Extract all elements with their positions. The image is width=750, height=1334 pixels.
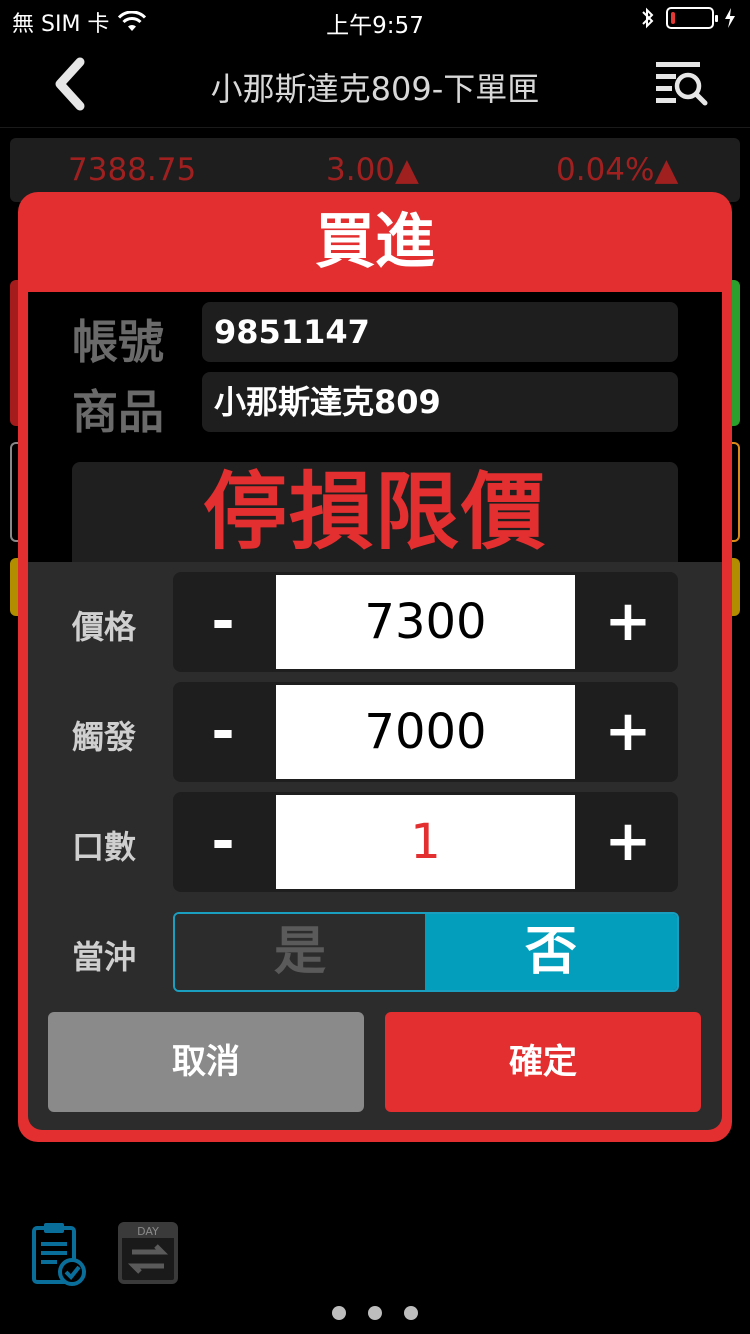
confirm-button[interactable]: 確定 bbox=[385, 1012, 701, 1112]
trigger-input[interactable]: 7000 bbox=[276, 685, 575, 779]
lots-label: 口數 bbox=[72, 828, 137, 866]
page-dot[interactable] bbox=[404, 1306, 418, 1320]
page-title: 小那斯達克809-下單匣 bbox=[210, 70, 540, 108]
battery-level bbox=[671, 12, 675, 24]
account-label: 帳號 bbox=[72, 315, 164, 369]
order-type-selector[interactable]: 停損限價 bbox=[72, 462, 678, 562]
page-dot[interactable] bbox=[368, 1306, 382, 1320]
dialog-title: 買進 bbox=[315, 207, 435, 277]
product-label: 商品 bbox=[72, 385, 164, 439]
clipboard-check-icon[interactable] bbox=[28, 1220, 88, 1288]
quote-change-percent: 0.04%▲ bbox=[556, 152, 679, 188]
price-label: 價格 bbox=[72, 608, 137, 646]
page-dot[interactable] bbox=[332, 1306, 346, 1320]
dialog-info-section: 帳號 9851147 商品 小那斯達克809 停損限價 bbox=[28, 292, 722, 562]
list-search-icon[interactable] bbox=[654, 58, 710, 108]
status-bar: 無 SIM 卡 上午9:57 bbox=[0, 0, 750, 40]
day-trade-calendar-icon[interactable]: DAY bbox=[118, 1220, 178, 1288]
status-right bbox=[640, 6, 736, 30]
trigger-stepper: - 7000 + bbox=[173, 682, 678, 782]
price-input[interactable]: 7300 bbox=[276, 575, 575, 669]
day-trade-no-option[interactable]: 否 bbox=[425, 914, 677, 990]
bluetooth-icon bbox=[642, 7, 654, 29]
price-stepper: - 7300 + bbox=[173, 572, 678, 672]
day-trade-yes-option[interactable]: 是 bbox=[175, 914, 425, 990]
quote-change: 3.00▲ bbox=[326, 152, 419, 188]
trigger-label: 觸發 bbox=[72, 718, 137, 756]
nav-bar: 小那斯達克809-下單匣 bbox=[0, 40, 750, 128]
page-indicator[interactable] bbox=[0, 1306, 750, 1320]
quote-price: 7388.75 bbox=[68, 152, 197, 188]
price-minus-button[interactable]: - bbox=[173, 572, 273, 672]
dialog-body: 帳號 9851147 商品 小那斯達克809 停損限價 價格 - 7300 + … bbox=[28, 292, 722, 1130]
account-field[interactable]: 9851147 bbox=[202, 302, 678, 362]
screen: 無 SIM 卡 上午9:57 小那斯達克809-下單匣 7388.75 3.00… bbox=[0, 0, 750, 1334]
day-trade-toggle: 是 否 bbox=[173, 912, 679, 992]
lots-plus-button[interactable]: + bbox=[578, 792, 678, 892]
cancel-button[interactable]: 取消 bbox=[48, 1012, 364, 1112]
product-field[interactable]: 小那斯達克809 bbox=[202, 372, 678, 432]
lots-input[interactable]: 1 bbox=[276, 795, 575, 889]
day-trade-label: 當沖 bbox=[72, 938, 137, 976]
day-icon-label: DAY bbox=[137, 1225, 159, 1238]
buy-order-dialog: 買進 帳號 9851147 商品 小那斯達克809 停損限價 價格 - 7300… bbox=[18, 192, 732, 1142]
status-time: 上午9:57 bbox=[326, 13, 424, 39]
lots-stepper: - 1 + bbox=[173, 792, 678, 892]
trigger-plus-button[interactable]: + bbox=[578, 682, 678, 782]
battery-icon bbox=[666, 7, 718, 29]
lots-minus-button[interactable]: - bbox=[173, 792, 273, 892]
charging-bolt-icon bbox=[725, 8, 735, 28]
price-plus-button[interactable]: + bbox=[578, 572, 678, 672]
trigger-minus-button[interactable]: - bbox=[173, 682, 273, 782]
